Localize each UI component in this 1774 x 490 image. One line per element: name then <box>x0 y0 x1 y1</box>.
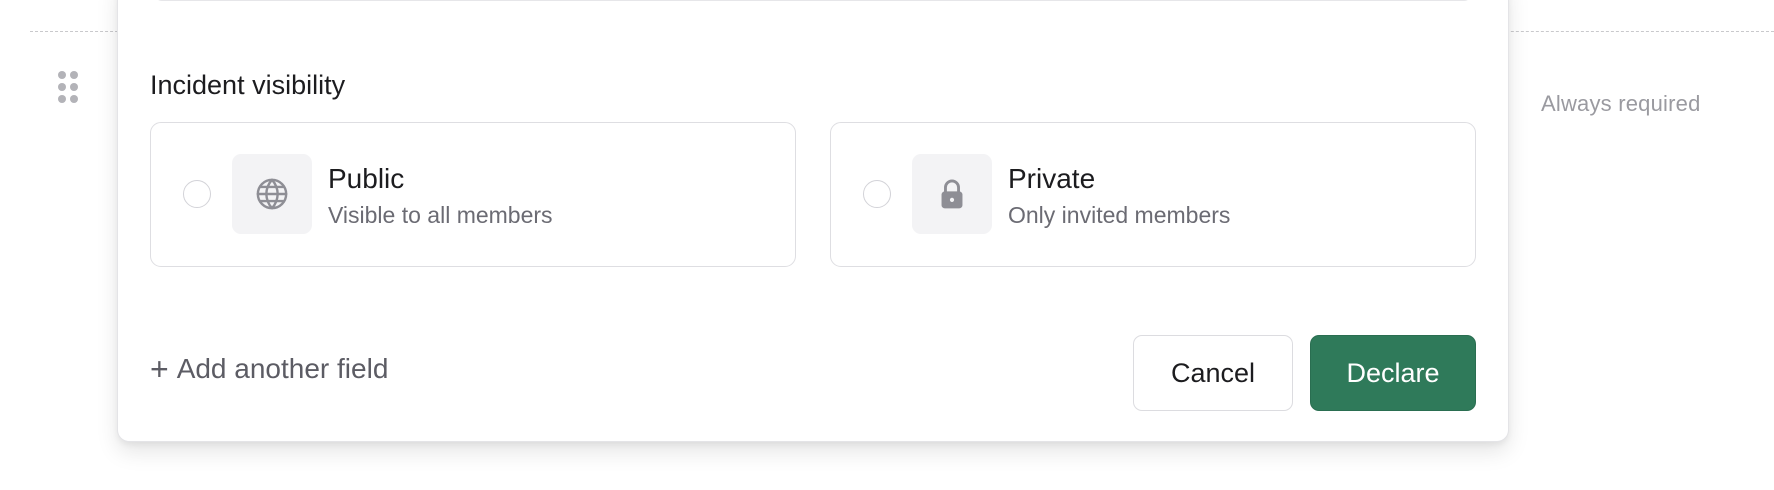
declare-incident-modal: Incident visibility Public Visible to al… <box>117 0 1509 442</box>
plus-icon: + <box>150 351 169 387</box>
declare-button[interactable]: Declare <box>1310 335 1476 411</box>
private-option-description: Only invited members <box>1008 202 1231 228</box>
globe-icon <box>256 178 288 210</box>
previous-field-edge <box>154 0 1472 1</box>
public-option-description: Visible to all members <box>328 202 553 228</box>
private-radio[interactable] <box>863 180 891 208</box>
private-icon-tile <box>912 154 992 234</box>
incident-visibility-label: Incident visibility <box>150 70 346 100</box>
visibility-option-private[interactable]: Private Only invited members <box>830 122 1476 267</box>
page: Always required Incident visibility Publ… <box>0 0 1774 490</box>
add-another-field-label: Add another field <box>176 353 389 384</box>
public-icon-tile <box>232 154 312 234</box>
private-option-title: Private <box>1008 163 1096 194</box>
visibility-option-public[interactable]: Public Visible to all members <box>150 122 796 267</box>
add-another-field-button[interactable]: + Add another field <box>150 353 388 385</box>
drag-handle-icon[interactable] <box>58 71 80 105</box>
public-option-title: Public <box>328 163 405 194</box>
cancel-button[interactable]: Cancel <box>1133 335 1293 411</box>
always-required-note: Always required <box>1541 91 1701 116</box>
public-radio[interactable] <box>183 180 211 208</box>
lock-icon <box>941 179 963 209</box>
